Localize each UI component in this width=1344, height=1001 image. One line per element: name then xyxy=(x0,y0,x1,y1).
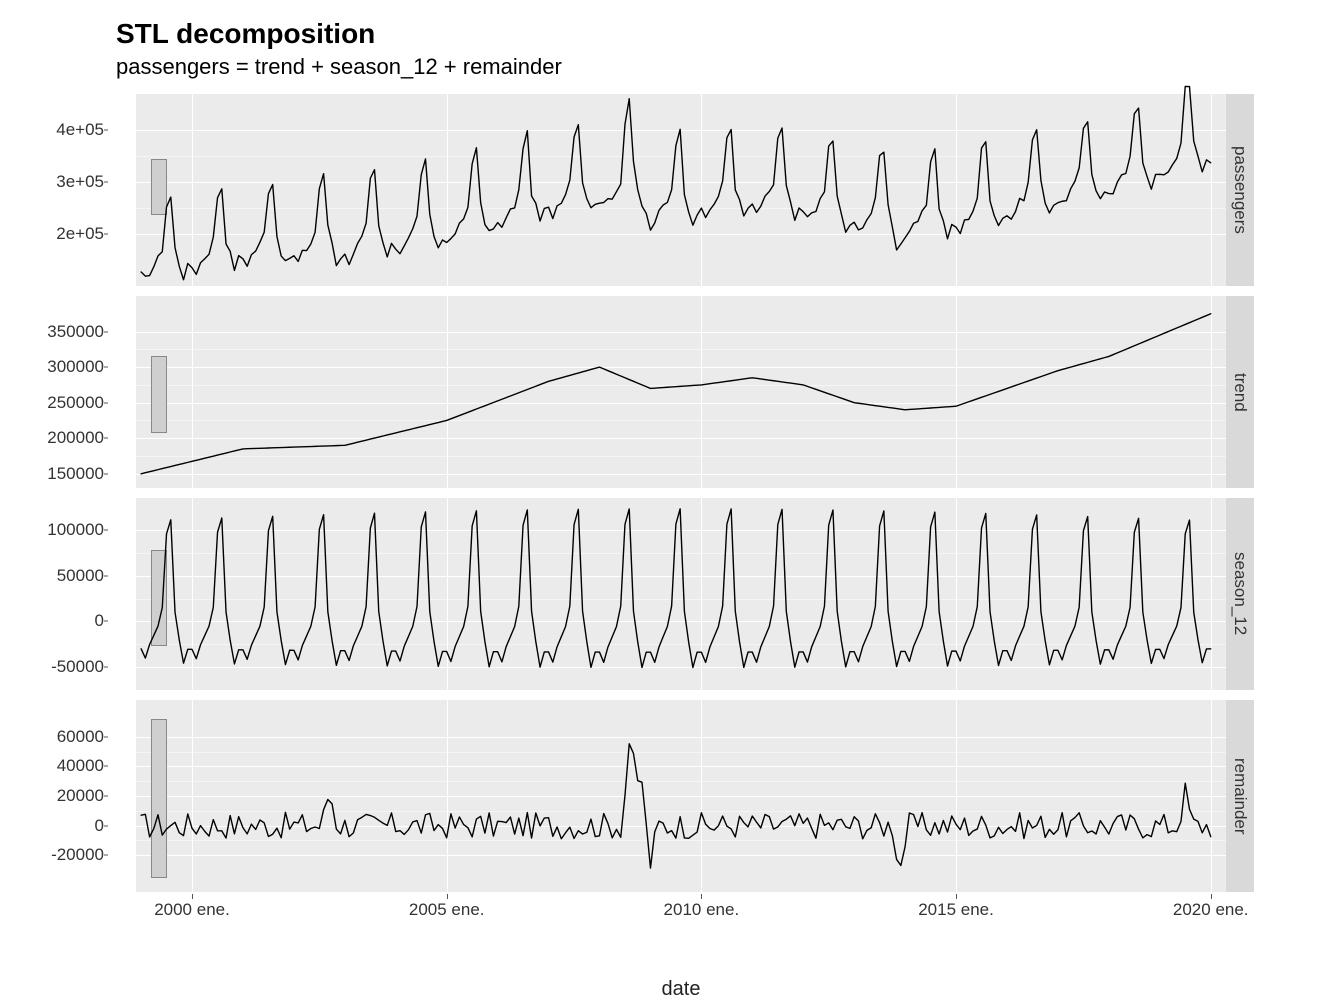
x-tick-label: 2020 ene. xyxy=(1173,900,1249,920)
series-line xyxy=(136,296,1226,488)
strip-label: remainder xyxy=(1226,700,1254,892)
y-tick-label: 200000 xyxy=(47,428,104,448)
x-tick-label: 2010 ene. xyxy=(664,900,740,920)
y-tick-label: 2e+05 xyxy=(56,224,104,244)
y-tick-label: 150000 xyxy=(47,464,104,484)
y-tick-label: 50000 xyxy=(57,566,104,586)
panel-remainder: remainder-200000200004000060000 xyxy=(108,700,1254,892)
y-tick-label: 0 xyxy=(95,611,104,631)
series-line xyxy=(136,700,1226,892)
y-tick-label: 0 xyxy=(95,816,104,836)
y-tick-label: 350000 xyxy=(47,322,104,342)
strip-label: trend xyxy=(1226,296,1254,488)
x-tick-label: 2000 ene. xyxy=(154,900,230,920)
series-line xyxy=(136,498,1226,690)
y-tick-label: -20000 xyxy=(51,845,104,865)
plot-area xyxy=(136,498,1226,690)
plot-area xyxy=(136,296,1226,488)
strip-label: passengers xyxy=(1226,94,1254,286)
strip-label: season_12 xyxy=(1226,498,1254,690)
y-tick-label: -50000 xyxy=(51,657,104,677)
y-tick-label: 250000 xyxy=(47,393,104,413)
plot-area xyxy=(136,94,1226,286)
y-tick-label: 60000 xyxy=(57,727,104,747)
page-title: STL decomposition xyxy=(116,18,1254,50)
x-axis-title: date xyxy=(108,978,1254,1001)
y-tick-label: 3e+05 xyxy=(56,172,104,192)
x-tick-label: 2005 ene. xyxy=(409,900,485,920)
y-tick-label: 4e+05 xyxy=(56,120,104,140)
panel-trend: trend150000200000250000300000350000 xyxy=(108,296,1254,488)
panel-passengers: passengers2e+053e+054e+05 xyxy=(108,94,1254,286)
x-axis: 2000 ene. 2005 ene. 2010 ene. 2015 ene. 2020… xyxy=(108,894,1254,944)
plot-area xyxy=(136,700,1226,892)
y-tick-label: 20000 xyxy=(57,786,104,806)
y-tick-label: 40000 xyxy=(57,756,104,776)
y-tick-label: 300000 xyxy=(47,357,104,377)
page-subtitle: passengers = trend + season_12 + remaind… xyxy=(116,54,1254,80)
y-tick-label: 100000 xyxy=(47,520,104,540)
panel-season_12: season_12-50000050000100000 xyxy=(108,498,1254,690)
x-tick-label: 2015 ene. xyxy=(918,900,994,920)
series-line xyxy=(136,94,1226,286)
